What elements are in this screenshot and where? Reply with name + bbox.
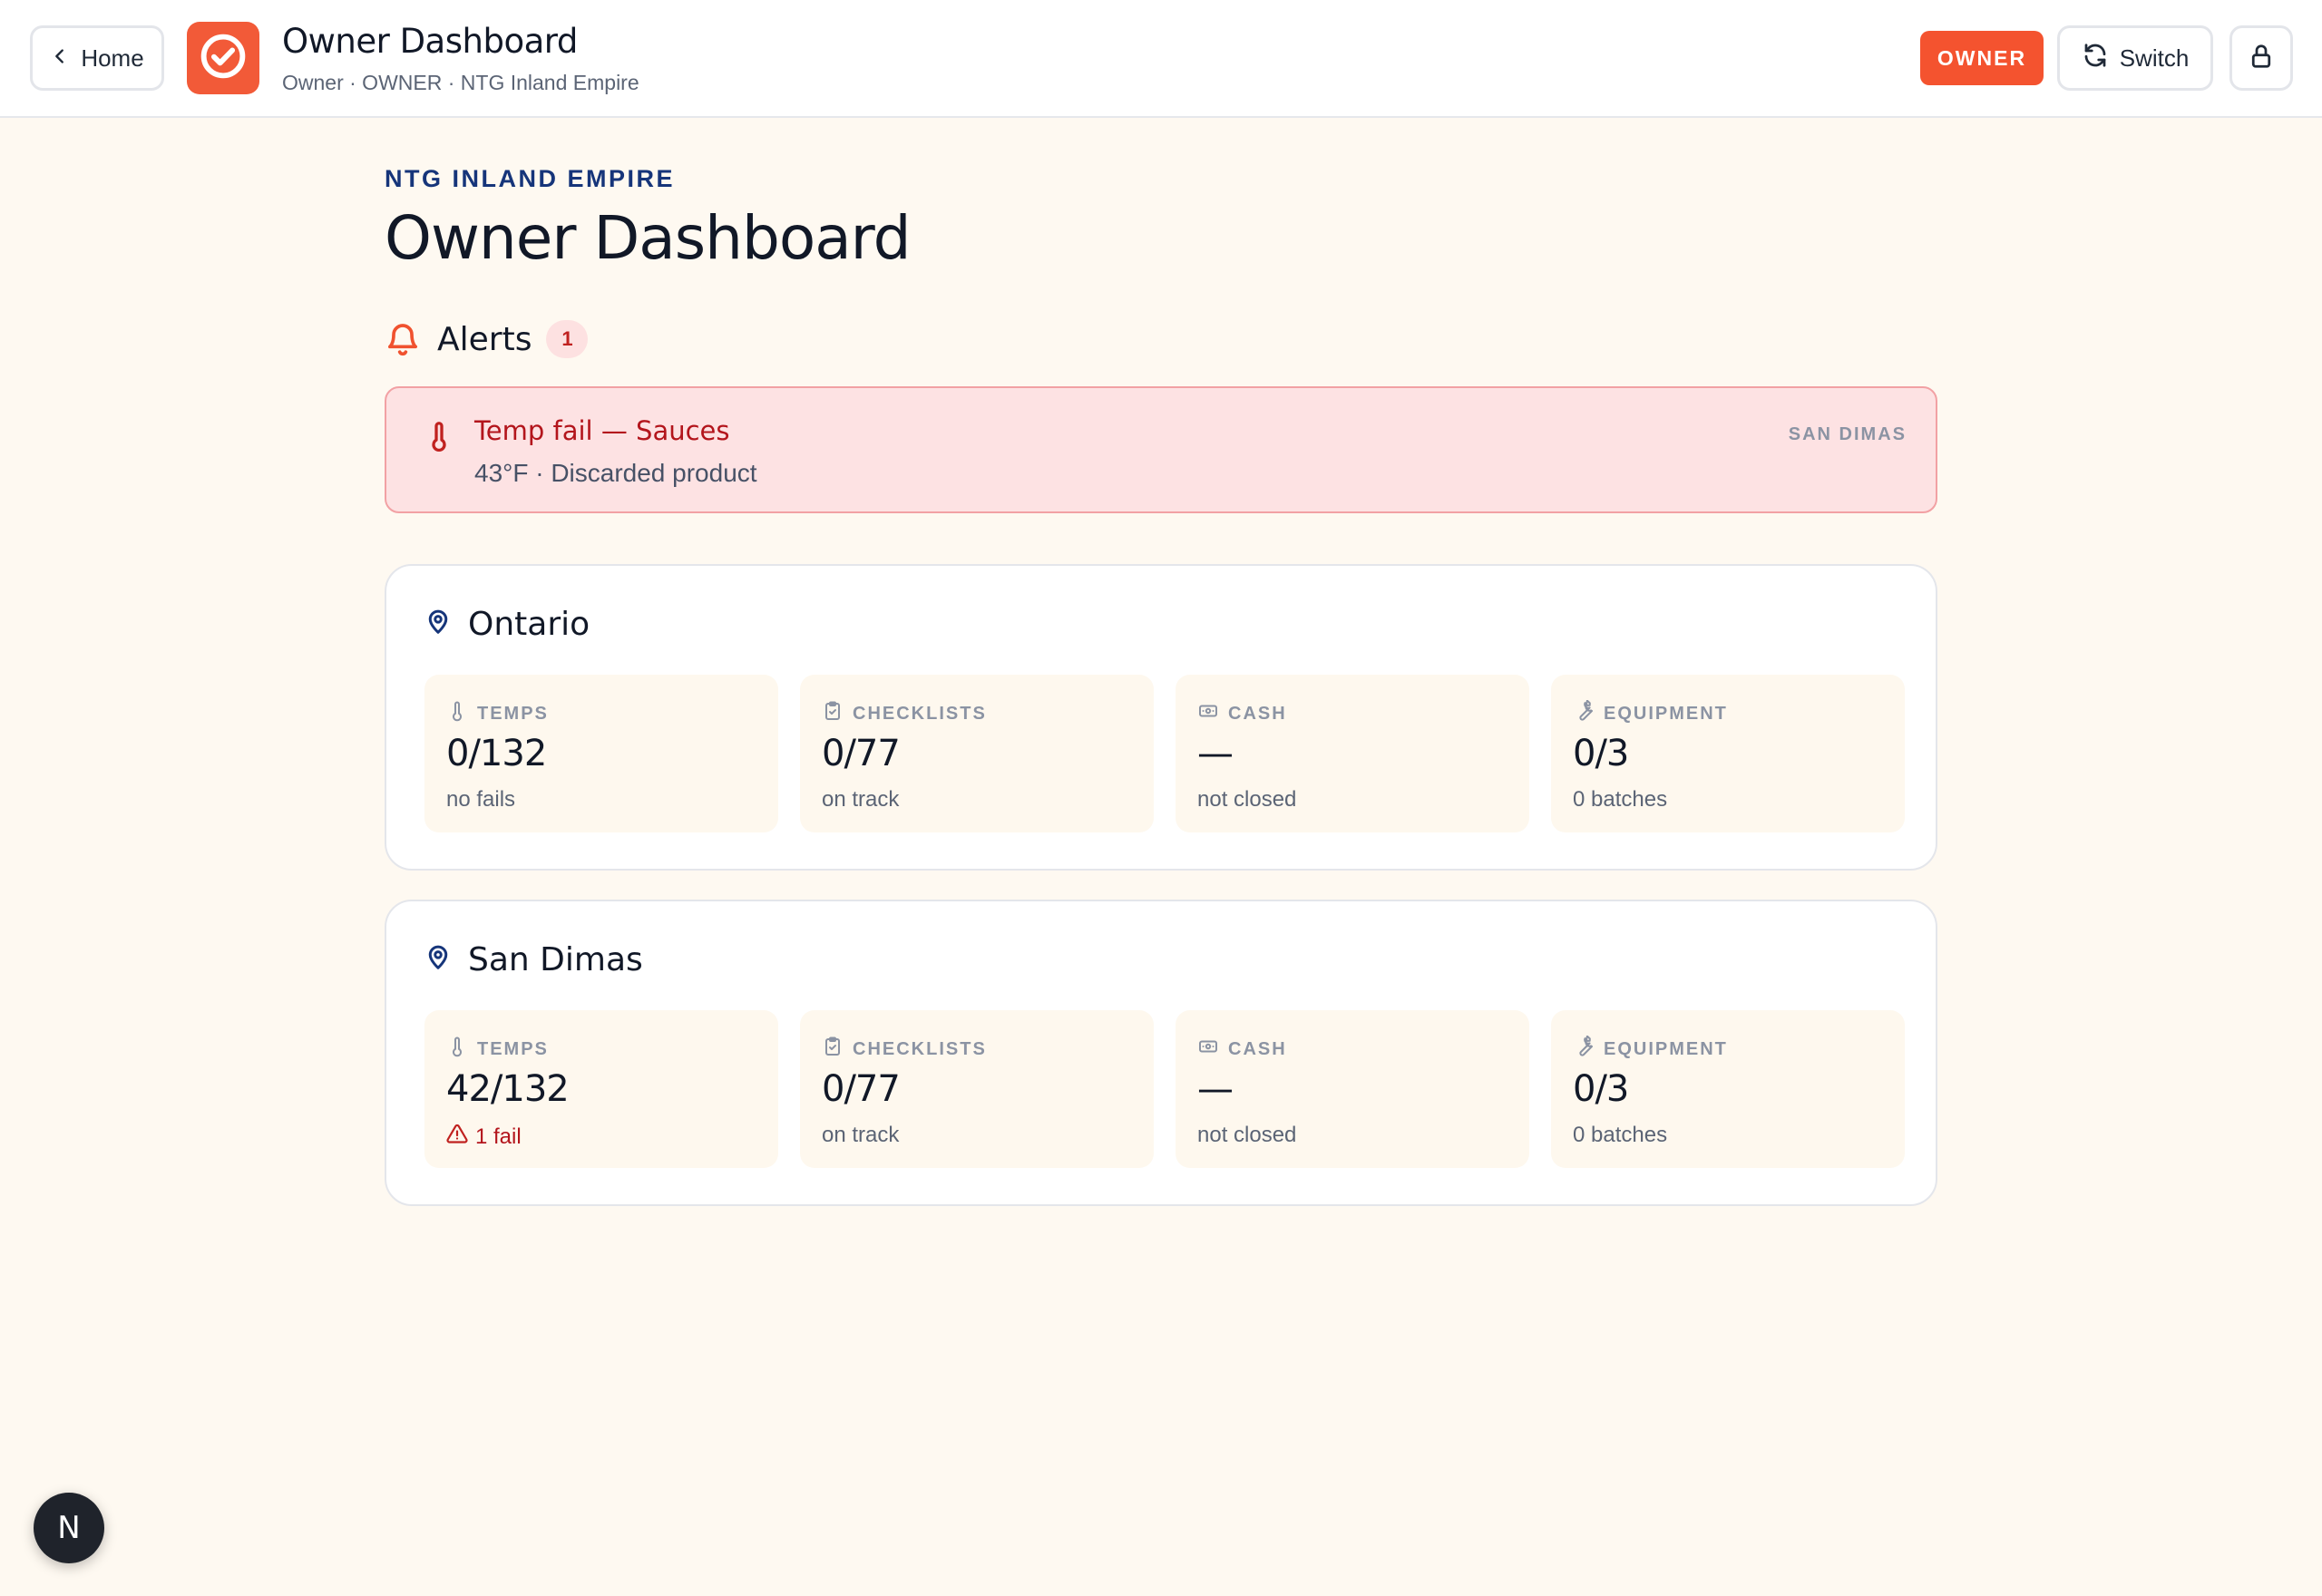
tile-header: TEMPS (446, 700, 549, 727)
alerts-label: Alerts (437, 320, 532, 358)
location-name: Ontario (468, 606, 590, 643)
tile-value: 0/3 (1573, 1068, 1629, 1110)
checklists-tile[interactable]: CHECKLISTS 0/77 on track (800, 675, 1154, 832)
tile-value: 42/132 (446, 1068, 570, 1110)
header-title: Owner Dashboard (282, 22, 578, 61)
tile-value: — (1197, 733, 1234, 774)
tile-value: 0/3 (1573, 733, 1629, 774)
thermometer-icon (446, 1036, 468, 1063)
stat-tiles: TEMPS 42/132 1 fail CHECKLISTS 0/77 on t… (424, 1010, 1905, 1168)
app-logo (187, 22, 259, 94)
home-button[interactable]: Home (30, 25, 164, 91)
header-subtitle: Owner · OWNER · NTG Inland Empire (282, 71, 639, 94)
switch-button-label: Switch (2119, 44, 2190, 72)
location-header: San Dimas (424, 941, 643, 978)
top-bar: Home Owner Dashboard Owner · OWNER · NTG… (0, 0, 2322, 118)
tile-header: EQUIPMENT (1573, 1035, 1728, 1063)
tile-subtext: 0 batches (1573, 787, 1668, 812)
location-name: San Dimas (468, 941, 643, 978)
equipment-tile[interactable]: EQUIPMENT 0/3 0 batches (1551, 675, 1905, 832)
tile-label: EQUIPMENT (1604, 703, 1728, 724)
bell-icon (385, 321, 421, 357)
tile-label: EQUIPMENT (1604, 1038, 1728, 1059)
map-pin-icon (424, 942, 468, 978)
stat-tiles: TEMPS 0/132 no fails CHECKLISTS 0/77 on … (424, 675, 1905, 832)
tile-subtext: not closed (1197, 787, 1297, 812)
tile-label: CHECKLISTS (853, 1038, 987, 1059)
clipboard-check-icon (822, 1036, 844, 1063)
wrench-icon (1573, 1035, 1595, 1063)
wrench-icon (1573, 699, 1595, 727)
temps-tile[interactable]: TEMPS 0/132 no fails (424, 675, 778, 832)
tile-subtext: 1 fail (446, 1123, 522, 1151)
alert-item[interactable]: Temp fail — Sauces 43°F · Discarded prod… (385, 386, 1937, 513)
tile-label: CASH (1228, 1038, 1287, 1059)
check-circle-icon (199, 32, 248, 85)
tile-subtext: 0 batches (1573, 1123, 1668, 1147)
map-pin-icon (424, 607, 468, 642)
thermometer-icon (423, 417, 455, 455)
tile-value: 0/132 (446, 733, 547, 774)
tile-value: — (1197, 1068, 1234, 1110)
banknote-icon (1197, 1036, 1219, 1063)
tile-header: EQUIPMENT (1573, 699, 1728, 727)
tile-subtext: on track (822, 1123, 900, 1147)
tile-header: CHECKLISTS (822, 1036, 987, 1063)
clipboard-check-icon (822, 700, 844, 727)
tile-label: TEMPS (477, 703, 549, 724)
tile-value: 0/77 (822, 733, 901, 774)
tile-subtext: no fails (446, 787, 516, 812)
temps-tile[interactable]: TEMPS 42/132 1 fail (424, 1010, 778, 1168)
refresh-icon (2082, 42, 2109, 75)
banknote-icon (1197, 700, 1219, 727)
alert-title: Temp fail — Sauces (474, 415, 730, 446)
tile-header: CASH (1197, 1036, 1287, 1063)
thermometer-icon (446, 700, 468, 727)
alert-triangle-icon (446, 1123, 468, 1151)
tile-label: TEMPS (477, 1038, 549, 1059)
alerts-header: Alerts 1 (385, 317, 589, 361)
location-card-san-dimas[interactable]: San Dimas TEMPS 42/132 1 fail CHECKLISTS… (385, 900, 1937, 1206)
dev-tools-button[interactable]: N (34, 1493, 104, 1563)
tile-label: CASH (1228, 703, 1287, 724)
tile-header: CASH (1197, 700, 1287, 727)
home-button-label: Home (81, 44, 144, 72)
tile-subtext: on track (822, 787, 900, 812)
cash-tile[interactable]: CASH — not closed (1176, 675, 1529, 832)
checklists-tile[interactable]: CHECKLISTS 0/77 on track (800, 1010, 1154, 1168)
location-card-ontario[interactable]: Ontario TEMPS 0/132 no fails CHECKLISTS … (385, 564, 1937, 871)
page-title: Owner Dashboard (385, 203, 912, 273)
alerts-count-badge: 1 (546, 320, 589, 358)
lock-button[interactable] (2229, 25, 2293, 91)
chevron-left-icon (50, 44, 70, 73)
org-label: NTG INLAND EMPIRE (385, 165, 676, 192)
role-badge: OWNER (1920, 31, 2044, 85)
tile-label: CHECKLISTS (853, 703, 987, 724)
alert-detail: 43°F · Discarded product (474, 459, 757, 487)
equipment-tile[interactable]: EQUIPMENT 0/3 0 batches (1551, 1010, 1905, 1168)
cash-tile[interactable]: CASH — not closed (1176, 1010, 1529, 1168)
location-header: Ontario (424, 606, 590, 643)
lock-icon (2248, 43, 2275, 74)
tile-header: CHECKLISTS (822, 700, 987, 727)
alert-location: SAN DIMAS (1788, 424, 1907, 444)
tile-value: 0/77 (822, 1068, 901, 1110)
tile-subtext: not closed (1197, 1123, 1297, 1147)
switch-button[interactable]: Switch (2057, 25, 2213, 91)
tile-header: TEMPS (446, 1036, 549, 1063)
